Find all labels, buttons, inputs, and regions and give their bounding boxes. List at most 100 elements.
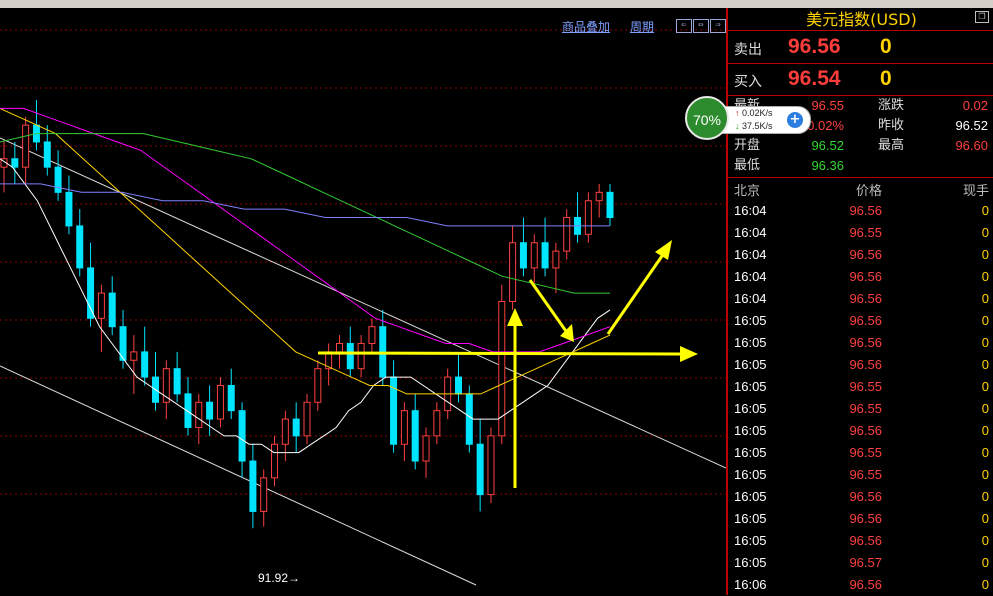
annotation-breakout-arrowhead xyxy=(655,240,672,260)
tick-price: 96.56 xyxy=(849,357,882,372)
candle-body xyxy=(400,410,408,445)
annotation-right-arrowhead xyxy=(680,346,698,362)
network-speed-widget[interactable]: ↑ 0.02K/s ↓ 37.5K/s + 70% xyxy=(685,96,813,140)
period-link[interactable]: 周期 xyxy=(630,18,654,35)
candle-body xyxy=(487,435,495,496)
tick-time: 16:05 xyxy=(734,401,767,416)
tick-volume: 0 xyxy=(981,533,989,548)
candle-body xyxy=(43,141,51,168)
tick-volume: 0 xyxy=(981,423,989,438)
tick-row: 16:05 96.56 0 xyxy=(728,420,993,442)
tick-price: 96.55 xyxy=(849,225,882,240)
nav-left-button[interactable]: ⇐ xyxy=(676,19,692,33)
tick-price: 96.56 xyxy=(849,291,882,306)
candle-body xyxy=(465,393,473,445)
candle-body xyxy=(595,191,603,202)
candle-body xyxy=(87,267,95,319)
tick-row: 16:05 96.56 0 xyxy=(728,508,993,530)
nav-zoom-button[interactable]: ⇔ xyxy=(693,19,709,33)
candle-body xyxy=(541,242,549,269)
candle-body xyxy=(195,401,203,428)
candlestick-chart[interactable]: 商品叠加 周期 ⇐ ⇔ ⇒ 91.92→ xyxy=(0,8,726,595)
candle-body xyxy=(530,242,538,269)
candle-body xyxy=(563,217,571,252)
moving-average-line xyxy=(0,107,611,395)
tick-time: 16:05 xyxy=(734,467,767,482)
sell-volume: 0 xyxy=(880,35,892,58)
candle-body xyxy=(368,326,376,344)
sell-quote-row: 卖出 96.56 0 xyxy=(728,33,993,64)
ticks-list[interactable]: 16:04 96.56 0 16:04 96.55 0 16:04 96.56 0 16:04 96… xyxy=(728,200,993,596)
high-value: 96.60 xyxy=(955,138,988,153)
sell-label: 卖出 xyxy=(734,42,762,58)
tick-price: 96.56 xyxy=(849,313,882,328)
candle-body xyxy=(519,242,527,269)
down-arrow-icon: ↓ xyxy=(735,121,740,131)
tick-row: 16:05 96.55 0 xyxy=(728,464,993,486)
candle-body xyxy=(249,460,257,512)
candle-body xyxy=(584,200,592,235)
tick-time: 16:06 xyxy=(734,577,767,592)
tick-volume: 0 xyxy=(981,291,989,306)
candle-body xyxy=(206,401,214,420)
tick-volume: 0 xyxy=(981,225,989,240)
tick-row: 16:05 96.55 0 xyxy=(728,376,993,398)
ticks-header-price: 价格 xyxy=(856,184,883,199)
tick-price: 96.55 xyxy=(849,401,882,416)
tick-row: 16:04 96.56 0 xyxy=(728,200,993,222)
tick-row: 16:04 96.55 0 xyxy=(728,222,993,244)
tick-row: 16:05 96.55 0 xyxy=(728,442,993,464)
sell-price: 96.56 xyxy=(788,35,841,58)
tick-price: 96.57 xyxy=(849,555,882,570)
buy-quote-row: 买入 96.54 0 xyxy=(728,65,993,96)
candle-body xyxy=(54,166,62,193)
annotation-breakout-line xyxy=(606,255,664,335)
buy-volume: 0 xyxy=(880,67,892,90)
tick-price: 96.55 xyxy=(849,445,882,460)
tick-volume: 0 xyxy=(981,357,989,372)
tick-volume: 0 xyxy=(981,269,989,284)
overlay-commodity-link[interactable]: 商品叠加 xyxy=(562,18,610,35)
tick-time: 16:05 xyxy=(734,511,767,526)
tick-time: 16:05 xyxy=(734,533,767,548)
tick-volume: 0 xyxy=(981,511,989,526)
tick-row: 16:05 96.56 0 xyxy=(728,530,993,552)
tick-time: 16:04 xyxy=(734,225,767,240)
annotation-down-line xyxy=(528,279,570,335)
candle-body xyxy=(606,191,614,219)
tick-row: 16:05 96.56 0 xyxy=(728,354,993,376)
tick-price: 96.55 xyxy=(849,467,882,482)
restore-window-icon[interactable]: ❐ xyxy=(975,11,989,23)
tick-time: 16:04 xyxy=(734,203,767,218)
tick-price: 96.56 xyxy=(849,511,882,526)
memory-percent-badge: 70% xyxy=(685,96,729,140)
tick-row: 16:05 96.55 0 xyxy=(728,398,993,420)
candle-body xyxy=(292,418,300,437)
tick-volume: 0 xyxy=(981,577,989,592)
candle-body xyxy=(335,342,343,353)
moving-average-line xyxy=(0,183,610,227)
candle-body xyxy=(216,384,224,420)
tick-price: 96.56 xyxy=(849,423,882,438)
tick-price: 96.56 xyxy=(849,577,882,592)
ticks-header-time: 北京 xyxy=(734,184,761,199)
candle-body xyxy=(303,401,311,437)
candle-body xyxy=(346,342,354,370)
ticks-header: 北京 价格 现手 xyxy=(728,180,993,199)
tick-volume: 0 xyxy=(981,247,989,262)
candle-body xyxy=(314,368,322,403)
annotation-horizontal-line xyxy=(317,351,681,356)
nav-right-button[interactable]: ⇒ xyxy=(710,19,726,33)
download-speed: ↓ 37.5K/s xyxy=(735,121,773,131)
tick-row: 16:06 96.56 0 xyxy=(728,574,993,596)
upload-speed: ↑ 0.02K/s xyxy=(735,108,773,118)
tick-row: 16:04 96.56 0 xyxy=(728,288,993,310)
candle-body xyxy=(357,342,365,370)
tick-price: 96.56 xyxy=(849,489,882,504)
plus-icon[interactable]: + xyxy=(787,112,803,128)
change-value: 0.02 xyxy=(962,98,988,113)
tick-volume: 0 xyxy=(981,335,989,350)
ticks-header-volume: 现手 xyxy=(962,184,989,199)
tick-time: 16:04 xyxy=(734,291,767,306)
candle-body xyxy=(411,410,419,462)
